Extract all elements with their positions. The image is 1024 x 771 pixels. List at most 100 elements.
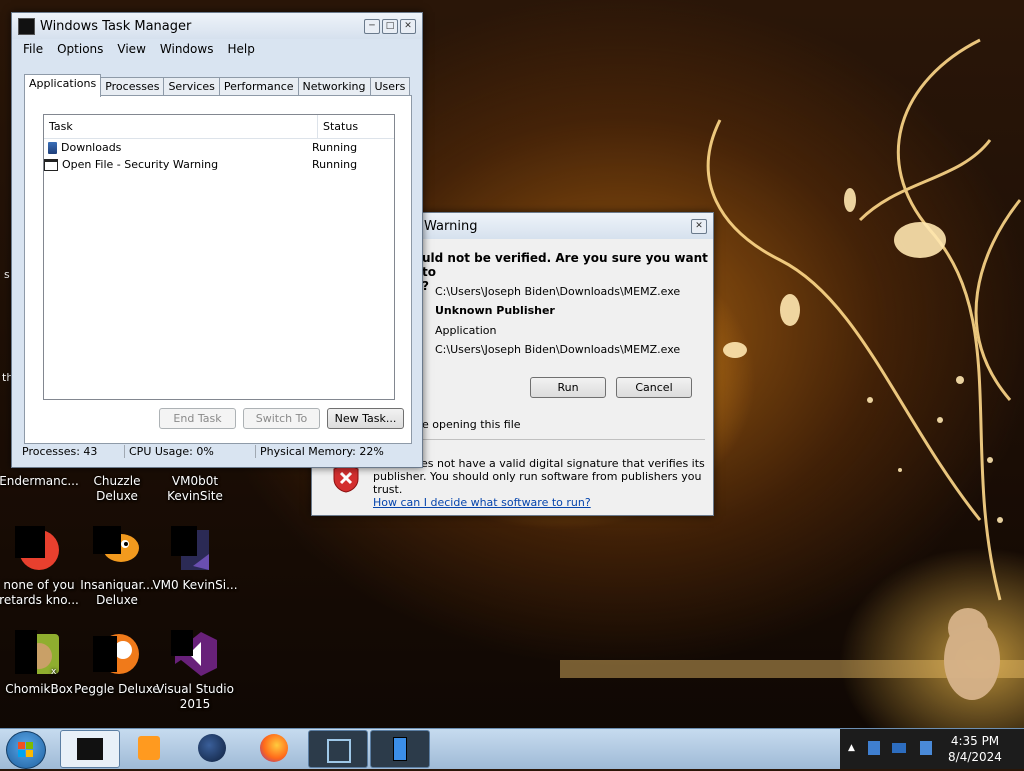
window-title: Windows Task Manager: [40, 18, 192, 34]
run-button[interactable]: Run: [530, 377, 606, 398]
tab-users[interactable]: Users: [369, 77, 411, 96]
menu-windows[interactable]: Windows: [153, 42, 221, 56]
show-hidden-icons-icon[interactable]: ▲: [848, 743, 855, 753]
app-icon: [15, 526, 63, 574]
desktop-edge-text: s: [4, 268, 10, 281]
task-manager-titlebar[interactable]: Windows Task Manager ─ □ ✕: [12, 13, 422, 39]
menu-options[interactable]: Options: [50, 42, 110, 56]
taskbar-item-task-manager[interactable]: [60, 730, 120, 768]
fish-icon: [93, 526, 141, 574]
desktop-icon-visual-studio[interactable]: Visual Studio 2015: [152, 630, 238, 712]
new-task-button[interactable]: New Task...: [327, 408, 404, 429]
applications-panel: Task Status Downloads Running Open File …: [24, 95, 412, 444]
minimize-button[interactable]: ─: [364, 18, 380, 34]
help-link[interactable]: How can I decide what software to run?: [373, 496, 713, 509]
tab-processes[interactable]: Processes: [100, 77, 165, 96]
peggle-icon: [93, 630, 141, 678]
desktop-icon-label: Visual Studio 2015: [156, 682, 234, 711]
windows-logo-icon: [18, 742, 33, 757]
type-value: Application: [435, 324, 497, 337]
column-header-status[interactable]: Status: [318, 115, 363, 138]
desktop-icon-label: Endermanc...: [0, 474, 79, 488]
task-list-header: Task Status: [44, 115, 394, 139]
desktop-icon-endermanch[interactable]: Endermanc...: [0, 474, 82, 489]
task-name: Open File - Security Warning: [62, 158, 219, 171]
desktop-icon-label: ChomikBox: [5, 682, 73, 696]
close-button[interactable]: ✕: [691, 218, 707, 234]
warning-text: es not have a valid digital signature th…: [373, 457, 713, 509]
task-status: Running: [312, 158, 358, 171]
firefox-icon: [260, 734, 288, 762]
window-icon: [44, 158, 58, 171]
svg-text:x: x: [51, 667, 57, 677]
task-name: Downloads: [61, 141, 122, 154]
clock-date: 8/4/2024: [948, 750, 1002, 764]
table-row[interactable]: Downloads Running: [44, 139, 394, 156]
table-row[interactable]: Open File - Security Warning Running: [44, 156, 394, 173]
tab-networking[interactable]: Networking: [297, 77, 371, 96]
network-icon[interactable]: [892, 743, 906, 753]
menu-help[interactable]: Help: [220, 42, 261, 56]
desktop-icon-label: VM0 KevinSi...: [152, 578, 238, 592]
task-manager-icon: [18, 17, 35, 35]
app-icon: [327, 739, 351, 763]
switch-to-button[interactable]: Switch To: [243, 408, 320, 429]
desktop-icon-chomikbox[interactable]: x ChomikBox: [0, 630, 82, 697]
publisher-value: Unknown Publisher: [435, 304, 555, 317]
file-name-value: C:\Users\Joseph Biden\Downloads\MEMZ.exe: [435, 285, 681, 298]
taskbar-item-black-app[interactable]: [308, 730, 368, 768]
taskbar-item-firefox[interactable]: [246, 730, 304, 766]
tab-strip: Applications Processes Services Performa…: [24, 74, 411, 97]
physical-memory: Physical Memory: 22%: [260, 444, 384, 458]
processes-count: Processes: 43: [18, 444, 125, 458]
clock-time: 4:35 PM: [950, 734, 1000, 748]
folder-icon: [48, 141, 57, 154]
task-status: Running: [312, 141, 358, 154]
cpu-usage: CPU Usage: 0%: [125, 444, 256, 458]
window-title: Warning: [424, 218, 478, 234]
status-bar: Processes: 43 CPU Usage: 0% Physical Mem…: [18, 441, 416, 461]
desktop-icon-insaniquarium[interactable]: Insaniquar... Deluxe: [74, 526, 160, 608]
desktop-icon-peggle[interactable]: Peggle Deluxe: [74, 630, 160, 697]
tab-services[interactable]: Services: [163, 77, 220, 96]
menu-view[interactable]: View: [110, 42, 152, 56]
black-window-icon: [77, 738, 103, 760]
menu-bar: File Options View Windows Help: [12, 39, 422, 59]
taskbar-item-security-warning[interactable]: [370, 730, 430, 768]
menu-file[interactable]: File: [16, 42, 50, 56]
close-button[interactable]: ✕: [400, 18, 416, 34]
volume-icon[interactable]: [920, 741, 932, 755]
desktop-icon-vm0b0t[interactable]: VM0b0t KevinSite: [152, 474, 238, 504]
maximize-button[interactable]: □: [382, 18, 398, 34]
hamster-icon: x: [15, 630, 63, 678]
clock[interactable]: 4:35 PM 8/4/2024: [940, 733, 1010, 765]
cancel-button[interactable]: Cancel: [616, 377, 692, 398]
always-ask-checkbox-label[interactable]: e opening this file: [422, 418, 521, 431]
start-button[interactable]: [6, 731, 46, 769]
task-manager-window[interactable]: Windows Task Manager ─ □ ✕ File Options …: [11, 12, 423, 468]
media-player-icon: [138, 736, 160, 760]
task-list[interactable]: Task Status Downloads Running Open File …: [43, 114, 395, 400]
desktop-icon-label: Peggle Deluxe: [74, 682, 160, 696]
taskbar: ▲ 4:35 PM 8/4/2024: [0, 728, 1024, 769]
taskbar-item-globe[interactable]: [184, 730, 242, 766]
desktop-icon-label: Chuzzle Deluxe: [93, 474, 141, 503]
column-header-task[interactable]: Task: [44, 115, 318, 138]
desktop-icon-chuzzle[interactable]: Chuzzle Deluxe: [74, 474, 160, 504]
app-icon: [393, 737, 407, 761]
file-icon: [171, 526, 219, 574]
tray-app-icon[interactable]: [868, 741, 880, 755]
tab-applications[interactable]: Applications: [24, 74, 102, 97]
desktop-icon-label: Insaniquar... Deluxe: [80, 578, 154, 607]
desktop-icon-label: VM0b0t KevinSite: [167, 474, 223, 503]
from-value: C:\Users\Joseph Biden\Downloads\MEMZ.exe: [435, 343, 681, 356]
visual-studio-icon: [171, 630, 219, 678]
globe-icon: [198, 734, 226, 762]
desktop-icon-none-of-you[interactable]: none of you retards kno...: [0, 526, 82, 608]
end-task-button[interactable]: End Task: [159, 408, 236, 429]
taskbar-item-media-player[interactable]: [122, 730, 180, 766]
desktop-icon-vm0[interactable]: VM0 KevinSi...: [152, 526, 238, 593]
tab-performance[interactable]: Performance: [218, 77, 299, 96]
desktop-icon-label: none of you retards kno...: [0, 578, 79, 607]
system-tray: ▲ 4:35 PM 8/4/2024: [840, 729, 1024, 769]
